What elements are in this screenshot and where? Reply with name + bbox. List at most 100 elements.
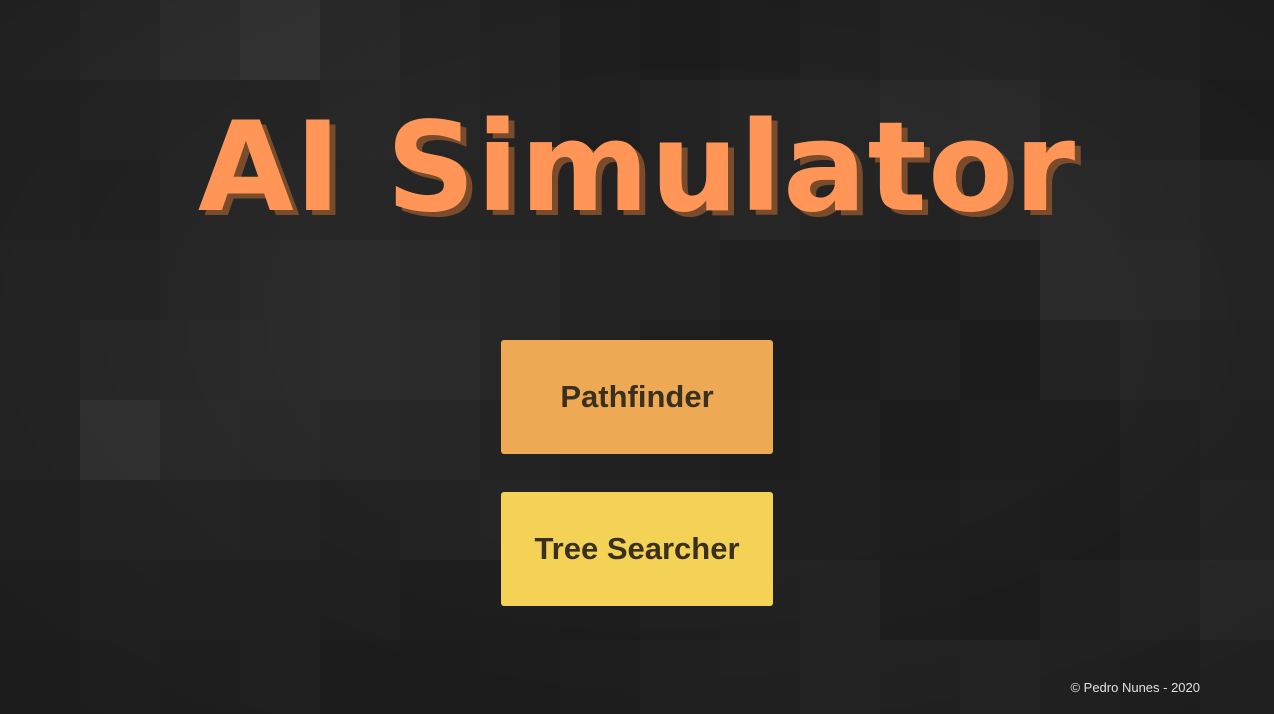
mosaic-tile [0, 640, 80, 714]
mosaic-tile [1200, 640, 1274, 714]
mosaic-tile [0, 560, 80, 640]
mosaic-tile [640, 240, 720, 320]
mosaic-tile [880, 240, 960, 320]
mosaic-tile [800, 480, 880, 560]
mosaic-tile [800, 320, 880, 400]
mosaic-tile [160, 0, 240, 80]
mosaic-tile [160, 240, 240, 320]
mosaic-tile [240, 640, 320, 714]
mosaic-tile [640, 0, 720, 80]
mosaic-tile [240, 400, 320, 480]
mosaic-tile [0, 0, 80, 80]
mosaic-tile [800, 240, 880, 320]
mosaic-tile [320, 320, 400, 400]
mosaic-tile [720, 640, 800, 714]
mosaic-tile [1040, 400, 1120, 480]
mosaic-tile [0, 400, 80, 480]
mosaic-tile [400, 400, 480, 480]
mosaic-tile [1200, 320, 1274, 400]
mosaic-tile [1040, 240, 1120, 320]
mosaic-tile [80, 320, 160, 400]
mosaic-tile [160, 400, 240, 480]
mosaic-tile [160, 560, 240, 640]
mosaic-tile [960, 320, 1040, 400]
mosaic-tile [1040, 560, 1120, 640]
mosaic-tile [80, 480, 160, 560]
mosaic-tile [1040, 0, 1120, 80]
mosaic-tile [1200, 560, 1274, 640]
mosaic-tile [1120, 560, 1200, 640]
mosaic-tile [240, 480, 320, 560]
mosaic-tile [320, 0, 400, 80]
mosaic-tile [240, 240, 320, 320]
mosaic-tile [1200, 400, 1274, 480]
mosaic-tile [160, 640, 240, 714]
mosaic-tile [1040, 480, 1120, 560]
mosaic-tile [880, 640, 960, 714]
mosaic-tile [720, 240, 800, 320]
mosaic-tile [1200, 240, 1274, 320]
mosaic-tile [80, 0, 160, 80]
mosaic-tile [80, 240, 160, 320]
mosaic-tile [720, 0, 800, 80]
mosaic-tile [400, 320, 480, 400]
mosaic-tile [960, 240, 1040, 320]
mosaic-tile [880, 480, 960, 560]
mosaic-tile [80, 640, 160, 714]
mosaic-tile [1120, 240, 1200, 320]
mosaic-tile [160, 320, 240, 400]
mosaic-tile [800, 560, 880, 640]
main-menu-screen: AI Simulator Pathfinder Tree Searcher © … [0, 0, 1274, 714]
mosaic-tile [1040, 320, 1120, 400]
mosaic-tile [0, 480, 80, 560]
mosaic-tile [560, 0, 640, 80]
mosaic-tile [400, 560, 480, 640]
mosaic-tile [960, 640, 1040, 714]
mosaic-tile [800, 0, 880, 80]
mosaic-tile [880, 400, 960, 480]
mosaic-tile [1120, 0, 1200, 80]
mosaic-tile [800, 640, 880, 714]
mosaic-tile [240, 560, 320, 640]
mosaic-tile [560, 640, 640, 714]
mosaic-tile [800, 400, 880, 480]
mosaic-tile [960, 560, 1040, 640]
mosaic-tile [80, 400, 160, 480]
mosaic-tile [960, 400, 1040, 480]
mosaic-tile [960, 480, 1040, 560]
mosaic-tile [640, 640, 720, 714]
mosaic-tile [400, 0, 480, 80]
mosaic-tile [400, 640, 480, 714]
mosaic-tile [1040, 640, 1120, 714]
mosaic-tile [0, 240, 80, 320]
mosaic-tile [400, 480, 480, 560]
mosaic-tile [560, 240, 640, 320]
mosaic-tile [160, 480, 240, 560]
mosaic-tile [320, 400, 400, 480]
mosaic-tile [1200, 480, 1274, 560]
mosaic-tile [240, 0, 320, 80]
mosaic-tile [320, 480, 400, 560]
app-title: AI Simulator [197, 96, 1077, 240]
mosaic-tile [1120, 320, 1200, 400]
mosaic-tile [480, 0, 560, 80]
mosaic-tile [80, 560, 160, 640]
mosaic-tile [320, 240, 400, 320]
mosaic-tile [880, 0, 960, 80]
mosaic-tile [320, 560, 400, 640]
tree-searcher-button[interactable]: Tree Searcher [501, 492, 773, 606]
mosaic-tile [1120, 480, 1200, 560]
mosaic-tile [320, 640, 400, 714]
pathfinder-button[interactable]: Pathfinder [501, 340, 773, 454]
mosaic-tile [480, 640, 560, 714]
mosaic-tile [880, 560, 960, 640]
mosaic-tile [400, 240, 480, 320]
mosaic-tile [480, 240, 560, 320]
mosaic-tile [960, 0, 1040, 80]
mosaic-tile [1120, 400, 1200, 480]
mosaic-tile [880, 320, 960, 400]
mosaic-tile [1200, 0, 1274, 80]
copyright-footer: © Pedro Nunes - 2020 [1070, 680, 1200, 695]
mosaic-tile [0, 320, 80, 400]
mosaic-tile [240, 320, 320, 400]
